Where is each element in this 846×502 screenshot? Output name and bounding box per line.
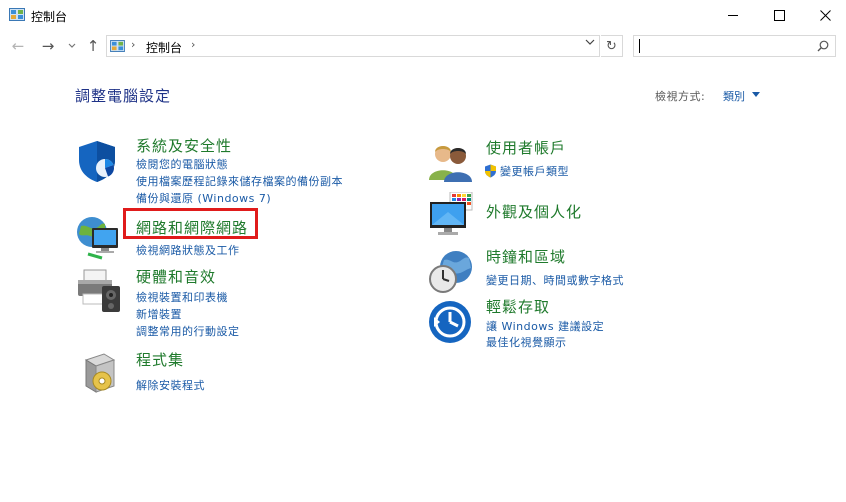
link-review-computer-status[interactable]: 檢閱您的電腦狀態 [136, 156, 228, 172]
navigation-bar: ← → ↑ › 控制台 › ↻ [0, 32, 846, 60]
control-panel-icon [9, 8, 25, 21]
link-optimize-visual-display[interactable]: 最佳化視覺顯示 [486, 334, 567, 350]
maximize-button[interactable] [756, 0, 802, 30]
chevron-down-icon [68, 43, 76, 48]
breadcrumb-control-panel[interactable]: 控制台 [146, 39, 182, 56]
title-bar: 控制台 [0, 0, 846, 30]
text-caret [639, 39, 640, 53]
chevron-down-icon[interactable] [752, 92, 760, 97]
link-mobility-settings[interactable]: 調整常用的行動設定 [136, 323, 240, 339]
view-by-label: 檢視方式: [655, 90, 706, 103]
link-uninstall-program[interactable]: 解除安裝程式 [136, 377, 205, 393]
forward-button[interactable]: → [38, 37, 58, 55]
hardware-sound-printer-icon[interactable] [74, 268, 124, 314]
link-view-devices-printers[interactable]: 檢視裝置和印表機 [136, 289, 228, 305]
up-button[interactable]: ↑ [84, 37, 102, 55]
highlight-box [123, 208, 258, 239]
back-button[interactable]: ← [8, 37, 28, 55]
address-bar[interactable]: › 控制台 › [106, 35, 600, 57]
link-view-network-status[interactable]: 檢視網路狀態及工作 [136, 242, 240, 258]
category-system-security[interactable]: 系統及安全性 [136, 135, 232, 156]
network-internet-icon[interactable] [74, 212, 124, 260]
category-user-accounts[interactable]: 使用者帳戶 [486, 137, 566, 158]
clock-region-icon[interactable] [428, 248, 474, 294]
category-programs[interactable]: 程式集 [136, 349, 184, 370]
category-ease-of-access[interactable]: 輕鬆存取 [486, 296, 550, 317]
appearance-personalization-icon[interactable] [428, 192, 476, 238]
uac-shield-icon [485, 164, 496, 178]
close-button[interactable] [802, 0, 846, 30]
minimize-button[interactable] [710, 0, 756, 30]
search-input[interactable] [633, 35, 836, 57]
category-appearance-personalization[interactable]: 外觀及個人化 [486, 201, 582, 222]
chevron-down-icon [585, 39, 595, 45]
ease-of-access-icon[interactable] [428, 300, 472, 344]
system-security-shield-icon[interactable] [75, 138, 121, 184]
minimize-icon [727, 14, 738, 16]
user-accounts-icon[interactable] [428, 140, 474, 182]
recent-locations-button[interactable] [66, 37, 78, 55]
category-clock-region[interactable]: 時鐘和區域 [486, 246, 566, 267]
link-change-account-type[interactable]: 變更帳戶類型 [500, 163, 569, 179]
window-title: 控制台 [31, 10, 68, 24]
address-dropdown-button[interactable] [585, 38, 595, 49]
link-backup-restore[interactable]: 備份與還原 (Windows 7) [136, 190, 271, 206]
close-icon [819, 9, 831, 21]
link-add-device[interactable]: 新增裝置 [136, 306, 182, 322]
view-by-dropdown[interactable]: 類別 [723, 88, 745, 104]
refresh-button[interactable]: ↻ [601, 35, 623, 57]
link-file-history-backup[interactable]: 使用檔案歷程記錄來儲存檔案的備份副本 [136, 173, 343, 189]
programs-icon[interactable] [80, 350, 120, 396]
category-hardware-sound[interactable]: 硬體和音效 [136, 266, 216, 287]
breadcrumb-separator[interactable]: › [191, 38, 195, 51]
search-icon[interactable] [817, 40, 829, 52]
control-panel-icon [110, 40, 125, 52]
maximize-icon [773, 9, 785, 21]
link-let-windows-suggest[interactable]: 讓 Windows 建議設定 [486, 318, 604, 334]
page-title: 調整電腦設定 [75, 87, 172, 105]
breadcrumb-separator[interactable]: › [131, 38, 135, 51]
link-change-date-time-format[interactable]: 變更日期、時間或數字格式 [486, 272, 624, 288]
